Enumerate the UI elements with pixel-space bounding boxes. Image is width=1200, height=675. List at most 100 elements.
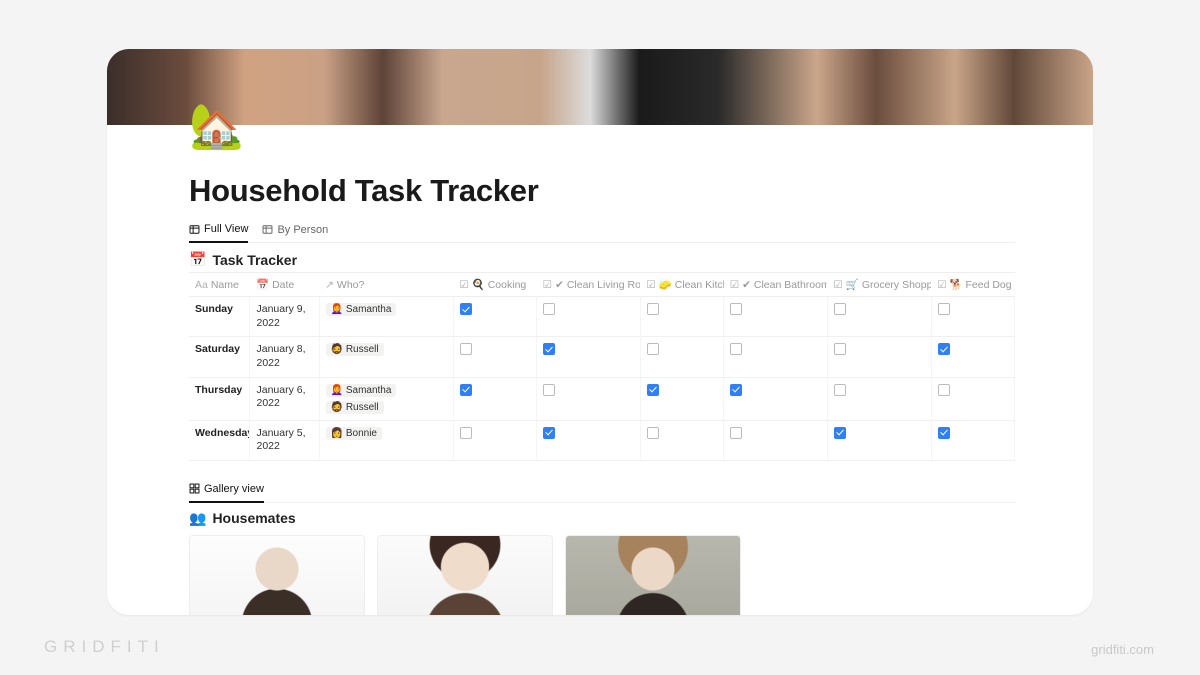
col-who[interactable]: ↗Who? (319, 273, 453, 297)
checkbox-cooking[interactable] (460, 384, 472, 396)
cell-kitchen[interactable] (640, 337, 723, 377)
gallery-icon (189, 483, 200, 494)
checkbox-dog[interactable] (938, 384, 950, 396)
checkbox-kitchen[interactable] (647, 343, 659, 355)
col-grocery[interactable]: ☑🛒 Grocery Shopping (827, 273, 931, 297)
row-name[interactable]: Saturday (189, 337, 250, 377)
view-tabs: Full View By Person (189, 219, 1015, 243)
row-name[interactable]: Wednesday (189, 420, 250, 460)
housemate-card[interactable] (189, 535, 365, 615)
tab-gallery-view[interactable]: Gallery view (189, 479, 264, 503)
checkbox-bath[interactable] (730, 303, 742, 315)
table-row[interactable]: SaturdayJanuary 8,2022 🧔 Russell (189, 337, 1015, 377)
app-window: 🏡 Household Task Tracker Full View By Pe… (107, 49, 1093, 615)
cell-bath[interactable] (724, 420, 828, 460)
cell-dog[interactable] (931, 377, 1014, 420)
col-kitchen[interactable]: ☑🧽 Clean Kitchen (640, 273, 723, 297)
row-date[interactable]: January 6,2022 (250, 377, 319, 420)
checkbox-grocery[interactable] (834, 427, 846, 439)
cell-cooking[interactable] (453, 377, 536, 420)
col-cooking[interactable]: ☑🍳 Cooking (453, 273, 536, 297)
housemate-card[interactable] (377, 535, 553, 615)
avatar (190, 536, 364, 615)
page-title: Household Task Tracker (189, 173, 1015, 209)
cell-cooking[interactable] (453, 420, 536, 460)
checkbox-living[interactable] (543, 343, 555, 355)
checkbox-living[interactable] (543, 384, 555, 396)
checkbox-cooking[interactable] (460, 427, 472, 439)
table-header-row: AaName 📅Date ↗Who? ☑🍳 Cooking ☑✔ Clean L… (189, 273, 1015, 297)
checkbox-kitchen[interactable] (647, 303, 659, 315)
page-icon[interactable]: 🏡 (189, 105, 244, 149)
people-icon: 👥 (189, 510, 206, 527)
database-title-text: Task Tracker (212, 252, 297, 268)
person-tag[interactable]: 👩 Bonnie (326, 427, 382, 440)
row-who[interactable]: 👩 Bonnie (319, 420, 453, 460)
person-tag[interactable]: 🧔 Russell (326, 343, 384, 356)
row-name[interactable]: Sunday (189, 297, 250, 337)
checkbox-cooking[interactable] (460, 303, 472, 315)
housemates-title-text: Housemates (212, 510, 295, 526)
row-date[interactable]: January 8,2022 (250, 337, 319, 377)
person-tag[interactable]: 👩‍🦰 Samantha (326, 384, 397, 397)
database-title[interactable]: 📅 Task Tracker (189, 251, 1015, 268)
checkbox-bath[interactable] (730, 343, 742, 355)
cell-kitchen[interactable] (640, 420, 723, 460)
cell-grocery[interactable] (827, 377, 931, 420)
checkbox-grocery[interactable] (834, 384, 846, 396)
checkbox-living[interactable] (543, 427, 555, 439)
checkbox-kitchen[interactable] (647, 427, 659, 439)
row-who[interactable]: 👩‍🦰 Samantha (319, 297, 453, 337)
page-content: Household Task Tracker Full View By Pers… (107, 125, 1093, 615)
checkbox-bath[interactable] (730, 384, 742, 396)
cell-dog[interactable] (931, 420, 1014, 460)
cover-image (107, 49, 1093, 125)
cell-living[interactable] (537, 337, 641, 377)
checkbox-kitchen[interactable] (647, 384, 659, 396)
checkbox-cooking[interactable] (460, 343, 472, 355)
col-name[interactable]: AaName (189, 273, 250, 297)
cell-kitchen[interactable] (640, 377, 723, 420)
cell-living[interactable] (537, 420, 641, 460)
col-date[interactable]: 📅Date (250, 273, 319, 297)
cell-dog[interactable] (931, 337, 1014, 377)
row-who[interactable]: 👩‍🦰 Samantha 🧔 Russell (319, 377, 453, 420)
housemate-card[interactable] (565, 535, 741, 615)
table-row[interactable]: WednesdayJanuary 5,2022 👩 Bonnie (189, 420, 1015, 460)
row-who[interactable]: 🧔 Russell (319, 337, 453, 377)
checkbox-living[interactable] (543, 303, 555, 315)
cell-grocery[interactable] (827, 420, 931, 460)
tab-label: Full View (204, 223, 248, 235)
cell-grocery[interactable] (827, 297, 931, 337)
housemates-title[interactable]: 👥 Housemates (189, 510, 1015, 527)
col-living[interactable]: ☑✔ Clean Living Room (537, 273, 641, 297)
cell-cooking[interactable] (453, 337, 536, 377)
row-date[interactable]: January 5,2022 (250, 420, 319, 460)
cell-bath[interactable] (724, 297, 828, 337)
checkbox-grocery[interactable] (834, 343, 846, 355)
table-row[interactable]: ThursdayJanuary 6,2022 👩‍🦰 Samantha 🧔 Russ… (189, 377, 1015, 420)
cell-dog[interactable] (931, 297, 1014, 337)
col-bath[interactable]: ☑✔ Clean Bathroom (724, 273, 828, 297)
person-tag[interactable]: 👩‍🦰 Samantha (326, 303, 397, 316)
checkbox-dog[interactable] (938, 427, 950, 439)
checkbox-dog[interactable] (938, 303, 950, 315)
cell-cooking[interactable] (453, 297, 536, 337)
checkbox-bath[interactable] (730, 427, 742, 439)
cell-bath[interactable] (724, 377, 828, 420)
cell-living[interactable] (537, 297, 641, 337)
table-row[interactable]: SundayJanuary 9,2022 👩‍🦰 Samantha (189, 297, 1015, 337)
col-dog[interactable]: ☑🐕 Feed Dog (931, 273, 1014, 297)
row-date[interactable]: January 9,2022 (250, 297, 319, 337)
checkbox-grocery[interactable] (834, 303, 846, 315)
cell-bath[interactable] (724, 337, 828, 377)
checkbox-dog[interactable] (938, 343, 950, 355)
tab-full-view[interactable]: Full View (189, 219, 248, 243)
cell-grocery[interactable] (827, 337, 931, 377)
tab-by-person[interactable]: By Person (262, 219, 328, 242)
cell-kitchen[interactable] (640, 297, 723, 337)
row-name[interactable]: Thursday (189, 377, 250, 420)
person-tag[interactable]: 🧔 Russell (326, 401, 384, 414)
cell-living[interactable] (537, 377, 641, 420)
table-icon (262, 224, 273, 235)
